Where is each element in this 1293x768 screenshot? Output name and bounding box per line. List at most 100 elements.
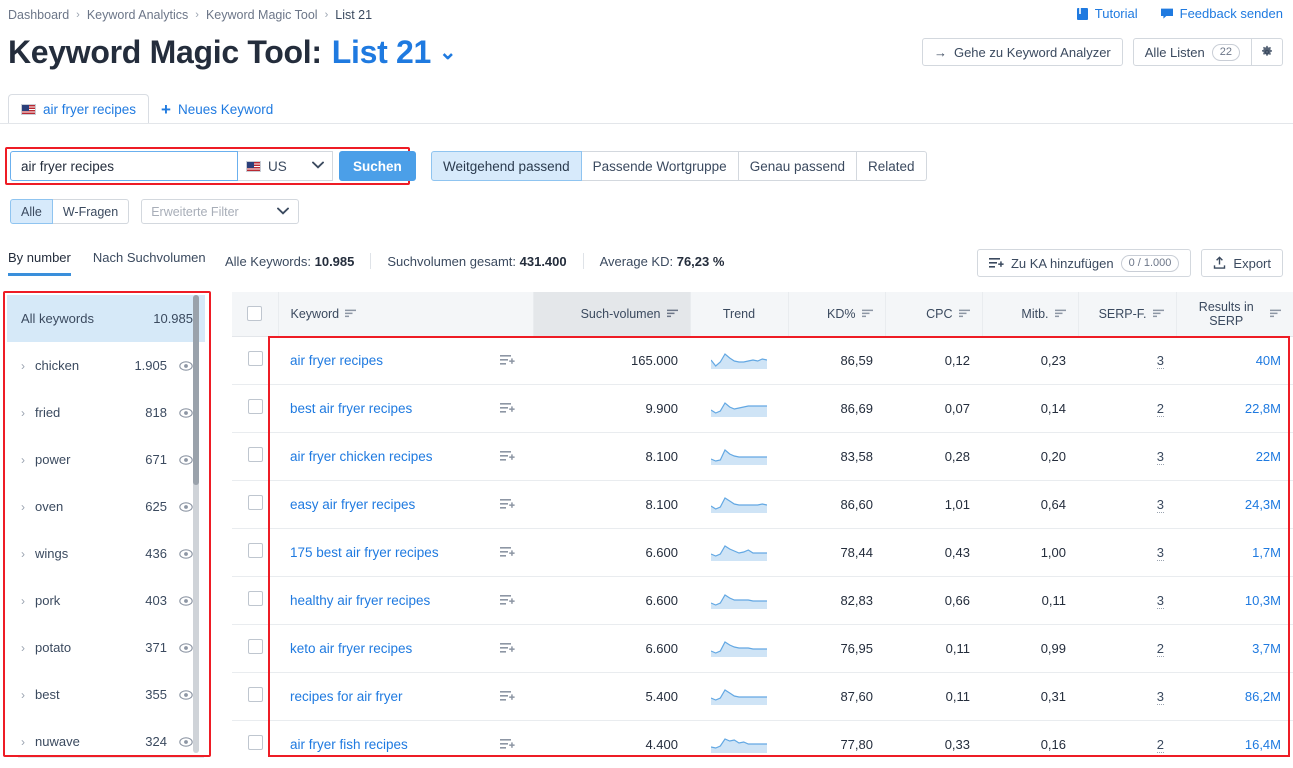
results-in-serp-link[interactable]: 3,7M: [1252, 641, 1281, 656]
keyword-link[interactable]: healthy air fryer recipes: [290, 593, 430, 608]
chevron-right-icon[interactable]: ›: [21, 500, 25, 514]
table-row[interactable]: air fryer recipes 165.000 86,59 0,12 0,23 3 40…: [232, 336, 1293, 385]
th-results-in-serp[interactable]: Results in SERP: [1175, 292, 1293, 337]
keyword-link[interactable]: recipes for air fryer: [290, 689, 403, 704]
sidebar-item-nuwave[interactable]: › nuwave 324: [7, 718, 205, 753]
results-in-serp-link[interactable]: 86,2M: [1245, 689, 1281, 704]
all-lists-button[interactable]: Alle Listen 22: [1132, 38, 1252, 66]
th-search-volume[interactable]: Such-volumen: [532, 292, 690, 337]
add-keyword-icon[interactable]: [500, 402, 521, 415]
page-title-list-name[interactable]: List 21: [332, 34, 432, 71]
row-checkbox[interactable]: [247, 543, 263, 558]
sort-icon[interactable]: [666, 309, 678, 318]
serp-features-link[interactable]: 2: [1156, 736, 1164, 753]
serp-features-link[interactable]: 3: [1156, 352, 1164, 369]
chevron-right-icon[interactable]: ›: [21, 735, 25, 749]
table-row[interactable]: recipes for air fryer 5.400 87,60 0,11 0,31 3…: [232, 672, 1293, 721]
breadcrumb-item-list-21[interactable]: List 21: [335, 8, 372, 22]
table-row[interactable]: best air fryer recipes 9.900 86,69 0,07 0,14…: [232, 384, 1293, 433]
eye-icon[interactable]: [179, 736, 193, 747]
keyword-link[interactable]: air fryer fish recipes: [290, 737, 408, 752]
th-keyword[interactable]: Keyword: [277, 292, 533, 337]
sidebar-scrollbar[interactable]: [193, 295, 199, 753]
results-in-serp-link[interactable]: 10,3M: [1245, 593, 1281, 608]
row-checkbox[interactable]: [247, 495, 263, 510]
eye-icon[interactable]: [179, 548, 193, 559]
serp-features-link[interactable]: 3: [1156, 448, 1164, 465]
keyword-link[interactable]: air fryer chicken recipes: [290, 449, 433, 464]
row-checkbox[interactable]: [247, 639, 263, 654]
keyword-link[interactable]: easy air fryer recipes: [290, 497, 415, 512]
tab-air-fryer-recipes[interactable]: air fryer recipes: [8, 94, 150, 124]
sidebar-item-wings[interactable]: › wings 436: [7, 530, 205, 577]
table-row[interactable]: air fryer fish recipes 4.400 77,80 0,33 0,16…: [232, 720, 1293, 768]
sort-icon[interactable]: [345, 309, 357, 318]
feedback-link[interactable]: Feedback senden: [1160, 6, 1283, 21]
chevron-right-icon[interactable]: ›: [21, 359, 25, 373]
match-type-exact[interactable]: Genau passend: [738, 151, 858, 181]
row-checkbox[interactable]: [247, 687, 263, 702]
sort-icon[interactable]: [1270, 309, 1281, 318]
sidebar-item-chicken[interactable]: › chicken 1.905: [7, 342, 205, 389]
keyword-link[interactable]: 175 best air fryer recipes: [290, 545, 439, 560]
sidebar-item-potato[interactable]: › potato 371: [7, 624, 205, 671]
keyword-link[interactable]: air fryer recipes: [290, 353, 383, 368]
results-in-serp-link[interactable]: 22M: [1256, 449, 1281, 464]
eye-icon[interactable]: [179, 689, 193, 700]
sidebar-item-power[interactable]: › power 671: [7, 436, 205, 483]
results-in-serp-link[interactable]: 40M: [1256, 353, 1281, 368]
sidebar-item-all-keywords[interactable]: All keywords 10.985: [7, 295, 205, 342]
add-keyword-icon[interactable]: [500, 642, 521, 655]
serp-features-link[interactable]: 3: [1156, 592, 1164, 609]
add-keyword-icon[interactable]: [500, 594, 521, 607]
sort-icon[interactable]: [861, 309, 873, 318]
keyword-group-sidebar[interactable]: All keywords 10.985 › chicken 1.905 › fr…: [7, 295, 205, 753]
serp-features-link[interactable]: 2: [1156, 400, 1164, 417]
add-keyword-icon[interactable]: [500, 738, 521, 751]
add-keyword-icon[interactable]: [500, 546, 521, 559]
chevron-right-icon[interactable]: ›: [21, 406, 25, 420]
settings-button[interactable]: [1252, 38, 1283, 66]
filter-all-button[interactable]: Alle: [10, 199, 53, 224]
row-checkbox[interactable]: [247, 351, 263, 366]
go-to-keyword-analyzer-button[interactable]: → Gehe zu Keyword Analyzer: [921, 38, 1123, 66]
results-in-serp-link[interactable]: 22,8M: [1245, 401, 1281, 416]
serp-features-link[interactable]: 3: [1156, 544, 1164, 561]
chevron-right-icon[interactable]: ›: [21, 688, 25, 702]
results-in-serp-link[interactable]: 24,3M: [1245, 497, 1281, 512]
match-type-broad[interactable]: Weitgehend passend: [431, 151, 582, 181]
row-checkbox[interactable]: [247, 447, 263, 462]
chevron-right-icon[interactable]: ›: [21, 641, 25, 655]
add-keyword-icon[interactable]: [500, 354, 521, 367]
search-button[interactable]: Suchen: [339, 151, 416, 181]
table-row[interactable]: healthy air fryer recipes 6.600 82,83 0,66 0…: [232, 576, 1293, 625]
th-serp-features[interactable]: SERP-F.: [1077, 292, 1176, 337]
th-cpc[interactable]: CPC: [884, 292, 982, 337]
search-input[interactable]: [10, 151, 238, 181]
table-row[interactable]: keto air fryer recipes 6.600 76,95 0,11 0,99…: [232, 624, 1293, 673]
row-checkbox[interactable]: [247, 399, 263, 414]
tutorial-link[interactable]: Tutorial: [1076, 6, 1138, 21]
sort-icon[interactable]: [1152, 309, 1164, 318]
sidebar-scrollbar-thumb[interactable]: [193, 295, 199, 485]
results-in-serp-link[interactable]: 1,7M: [1252, 545, 1281, 560]
chevron-right-icon[interactable]: ›: [21, 594, 25, 608]
serp-features-link[interactable]: 2: [1156, 640, 1164, 657]
sidebar-item-pork[interactable]: › pork 403: [7, 577, 205, 624]
serp-features-link[interactable]: 3: [1156, 688, 1164, 705]
match-type-phrase[interactable]: Passende Wortgruppe: [581, 151, 739, 181]
country-select[interactable]: US: [238, 151, 333, 181]
th-competition[interactable]: Mitb.: [981, 292, 1078, 337]
sort-tab-by-volume[interactable]: Nach Suchvolumen: [93, 250, 206, 276]
row-checkbox[interactable]: [247, 735, 263, 751]
sidebar-item-oven[interactable]: › oven 625: [7, 483, 205, 530]
sort-icon[interactable]: [1054, 309, 1066, 318]
eye-icon[interactable]: [179, 642, 193, 653]
sort-tab-by-number[interactable]: By number: [8, 250, 71, 276]
sidebar-item-best[interactable]: › best 355: [7, 671, 205, 718]
add-keyword-icon[interactable]: [500, 690, 521, 703]
add-keyword-icon[interactable]: [500, 450, 521, 463]
advanced-filter-dropdown[interactable]: Erweiterte Filter: [141, 199, 300, 224]
table-row[interactable]: air fryer chicken recipes 8.100 83,58 0,28 0…: [232, 432, 1293, 481]
eye-icon[interactable]: [179, 595, 193, 606]
